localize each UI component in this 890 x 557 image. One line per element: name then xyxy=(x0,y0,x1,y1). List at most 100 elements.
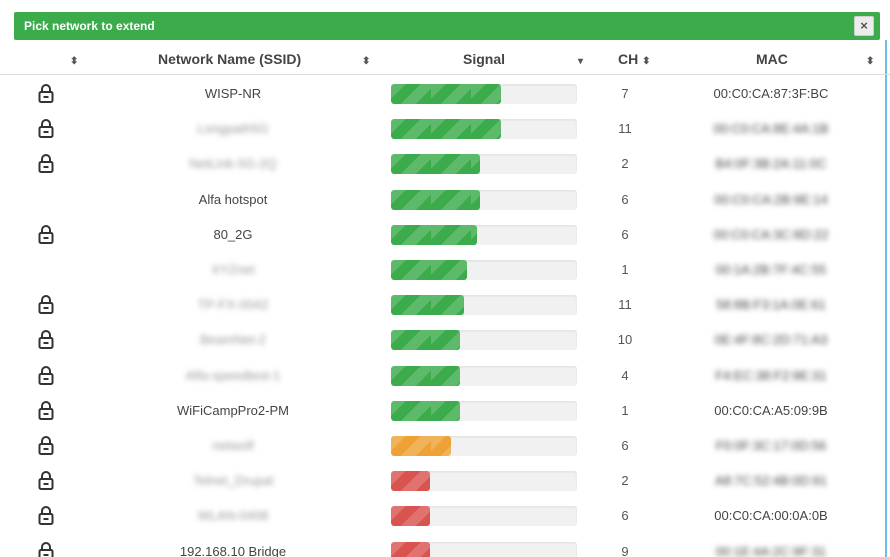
mac-cell: 0E:4F:8C:2D:71:A3 xyxy=(714,332,828,348)
network-row[interactable]: Longpath5G 11 00:C0:CA:8E:4A:1B xyxy=(0,112,890,146)
signal-bar xyxy=(391,260,577,280)
channel-cell: 7 xyxy=(621,86,629,101)
signal-bar xyxy=(391,295,577,316)
mac-cell: F4:EC:38:F2:9E:31 xyxy=(715,367,827,383)
header-signal-sort[interactable]: ▾ xyxy=(578,44,583,74)
network-row[interactable]: WLAN-0408 6 00:C0:CA:00:0A:0B xyxy=(0,499,890,533)
lock-icon xyxy=(38,400,54,420)
channel-cell: 11 xyxy=(618,297,632,313)
channel-cell: 6 xyxy=(621,191,629,207)
header-mac-sort[interactable]: ⬍ xyxy=(866,44,874,74)
mac-cell: 00:1E:4A:2C:9F:31 xyxy=(715,543,827,557)
ssid-cell: WISP-NR xyxy=(204,86,262,101)
ssid-cell: 80_2G xyxy=(213,226,253,242)
sort-icon: ⬍ xyxy=(866,56,875,67)
network-row[interactable]: Telnet_Drupal 2 A8:7C:52:4B:0D:91 xyxy=(0,464,890,498)
header-ssid-label: Network Name (SSID) xyxy=(158,51,302,67)
header-ch-label: CH xyxy=(618,51,639,67)
lock-icon xyxy=(38,224,54,244)
header-ssid[interactable]: Network Name (SSID) xyxy=(158,44,301,74)
channel-cell: 1 xyxy=(621,262,629,277)
lock-icon xyxy=(38,505,54,526)
mac-cell: 00:C0:CA:2B:9E:14 xyxy=(714,191,828,207)
channel-cell: 1 xyxy=(621,402,629,418)
close-button[interactable]: × xyxy=(854,16,874,36)
network-row[interactable]: XYZnet 1 00:1A:2B:7F:4C:55 xyxy=(0,253,890,287)
channel-cell: 11 xyxy=(618,121,632,137)
channel-cell: 4 xyxy=(621,367,629,383)
ssid-cell: Alfa-speedtest-1 xyxy=(185,367,281,383)
signal-bar-fill xyxy=(391,365,460,386)
header-ch[interactable]: CH ⬍ xyxy=(618,44,651,74)
channel-cell: 2 xyxy=(621,156,629,172)
lock-icon xyxy=(38,153,54,174)
sort-icon: ⬍ xyxy=(362,56,371,67)
signal-bar-fill xyxy=(391,189,480,210)
mac-cell: F0:0F:3C:17:0D:56 xyxy=(715,438,827,453)
lock-icon xyxy=(38,541,54,557)
mac-cell: 58:8B:F3:1A:0E:61 xyxy=(716,297,826,313)
header-mac-label: MAC xyxy=(756,51,788,67)
ssid-cell: Longpath5G xyxy=(197,121,269,137)
signal-bar xyxy=(391,541,577,557)
mac-cell: B4:0F:3B:2A:11:0C xyxy=(715,156,827,172)
signal-bar xyxy=(391,400,577,421)
lock-icon xyxy=(38,470,54,491)
table-header: ⬍ Network Name (SSID) ⬍ Signal ▾ CH ⬍ MA… xyxy=(0,44,890,75)
signal-bar xyxy=(391,506,577,527)
signal-bar xyxy=(391,189,577,210)
signal-bar-fill xyxy=(391,541,430,557)
channel-cell: 2 xyxy=(621,473,629,489)
network-row[interactable]: BeamNet-2 10 0E:4F:8C:2D:71:A3 xyxy=(0,323,890,357)
lock-icon xyxy=(38,294,54,315)
lock-icon xyxy=(38,329,54,350)
channel-cell: 6 xyxy=(621,226,629,242)
signal-bar-fill xyxy=(391,436,451,456)
signal-bar-fill xyxy=(391,224,477,245)
signal-bar xyxy=(391,119,577,140)
network-row[interactable]: WISP-NR 7 00:C0:CA:87:3F:BC xyxy=(0,77,890,111)
dialog-titlebar: Pick network to extend × xyxy=(14,12,880,40)
signal-bar xyxy=(391,154,577,175)
network-row[interactable]: 192.168.10 Bridge 9 00:1E:4A:2C:9F:31 xyxy=(0,535,890,557)
close-icon: × xyxy=(860,18,868,33)
network-row[interactable]: Alfa-speedtest-1 4 F4:EC:38:F2:9E:31 xyxy=(0,359,890,393)
ssid-cell: netwolf xyxy=(212,438,254,453)
network-row[interactable]: WiFiCampPro2-PM 1 00:C0:CA:A5:09:9B xyxy=(0,394,890,428)
ssid-cell: BeamNet-2 xyxy=(200,332,266,348)
dialog-title: Pick network to extend xyxy=(24,19,155,33)
ssid-cell: TP-FX-0042 xyxy=(197,297,269,313)
signal-bar-fill xyxy=(391,295,464,316)
channel-cell: 6 xyxy=(621,508,629,524)
network-row[interactable]: Alfa hotspot 6 00:C0:CA:2B:9E:14 xyxy=(0,183,890,217)
signal-bar xyxy=(391,365,577,386)
mac-cell: 00:C0:CA:87:3F:BC xyxy=(713,86,829,101)
lock-icon xyxy=(38,435,54,455)
channel-cell: 6 xyxy=(621,438,629,453)
mac-cell: 00:C0:CA:00:0A:0B xyxy=(714,508,828,524)
header-signal[interactable]: Signal xyxy=(463,44,505,74)
mac-cell: 00:1A:2B:7F:4C:55 xyxy=(715,262,827,277)
network-row[interactable]: NetLink-5G-2Q 2 B4:0F:3B:2A:11:0C xyxy=(0,147,890,181)
signal-bar-fill xyxy=(391,330,460,351)
signal-bar-fill xyxy=(391,154,480,175)
header-signal-label: Signal xyxy=(463,51,506,67)
signal-bar-fill xyxy=(391,119,501,140)
signal-bar xyxy=(391,224,577,245)
header-ssid-sort[interactable]: ⬍ xyxy=(362,44,370,74)
channel-cell: 10 xyxy=(617,332,633,348)
ssid-cell: Alfa hotspot xyxy=(198,191,268,207)
signal-bar-fill xyxy=(391,471,430,492)
header-mac[interactable]: MAC xyxy=(756,44,788,74)
mac-cell: 00:C0:CA:A5:09:9B xyxy=(714,402,828,418)
network-row[interactable]: 80_2G 6 00:C0:CA:3C:8D:22 xyxy=(0,218,890,252)
network-row[interactable]: netwolf 6 F0:0F:3C:17:0D:56 xyxy=(0,429,890,463)
header-lock-sort[interactable]: ⬍ xyxy=(70,44,78,74)
sort-icon: ⬍ xyxy=(642,56,651,67)
signal-bar-fill xyxy=(391,506,430,527)
signal-bar-fill xyxy=(391,260,467,280)
signal-bar-fill xyxy=(391,400,460,421)
sort-desc-icon: ▾ xyxy=(578,56,584,67)
network-row[interactable]: TP-FX-0042 11 58:8B:F3:1A:0E:61 xyxy=(0,288,890,322)
ssid-cell: WLAN-0408 xyxy=(197,508,269,524)
